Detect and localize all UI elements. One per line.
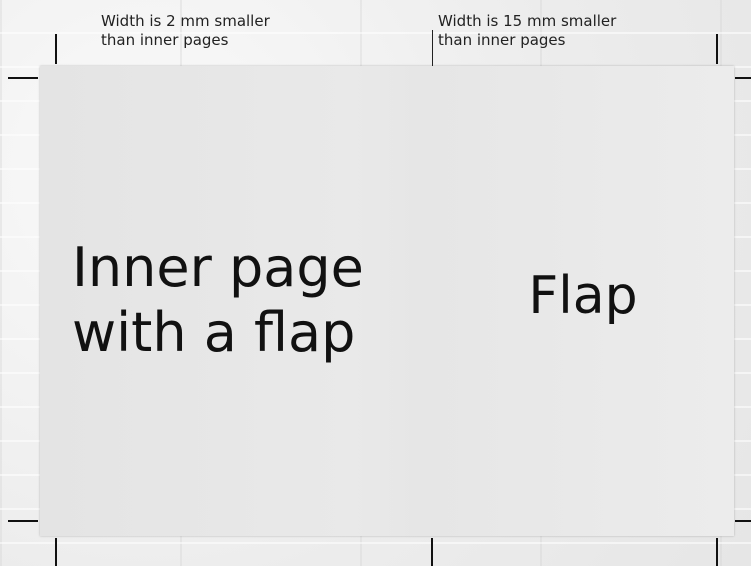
flap-label: Flap	[528, 265, 638, 326]
crop-mark-bottom-left	[55, 538, 57, 566]
inner-page-panel: Inner page with a flap	[40, 66, 432, 536]
flap-page-diagram: Width is 2 mm smaller than inner pages W…	[0, 0, 751, 566]
crop-mark-top-left	[55, 34, 57, 64]
inner-page-label: Inner page with a flap	[72, 236, 364, 364]
page-sheet: Inner page with a flap Flap	[40, 66, 734, 536]
crop-mark-right-bottom	[735, 520, 751, 522]
fold-indicator-line	[432, 30, 433, 66]
crop-mark-left-bottom	[8, 520, 38, 522]
inner-width-annotation: Width is 2 mm smaller than inner pages	[101, 12, 270, 49]
crop-mark-left-top	[8, 77, 38, 79]
crop-mark-top-right	[716, 34, 718, 64]
crop-mark-bottom-fold	[431, 538, 433, 566]
flap-width-annotation: Width is 15 mm smaller than inner pages	[438, 12, 617, 49]
flap-panel: Flap	[432, 66, 734, 536]
crop-mark-right-top	[735, 77, 751, 79]
crop-mark-bottom-right	[716, 538, 718, 566]
